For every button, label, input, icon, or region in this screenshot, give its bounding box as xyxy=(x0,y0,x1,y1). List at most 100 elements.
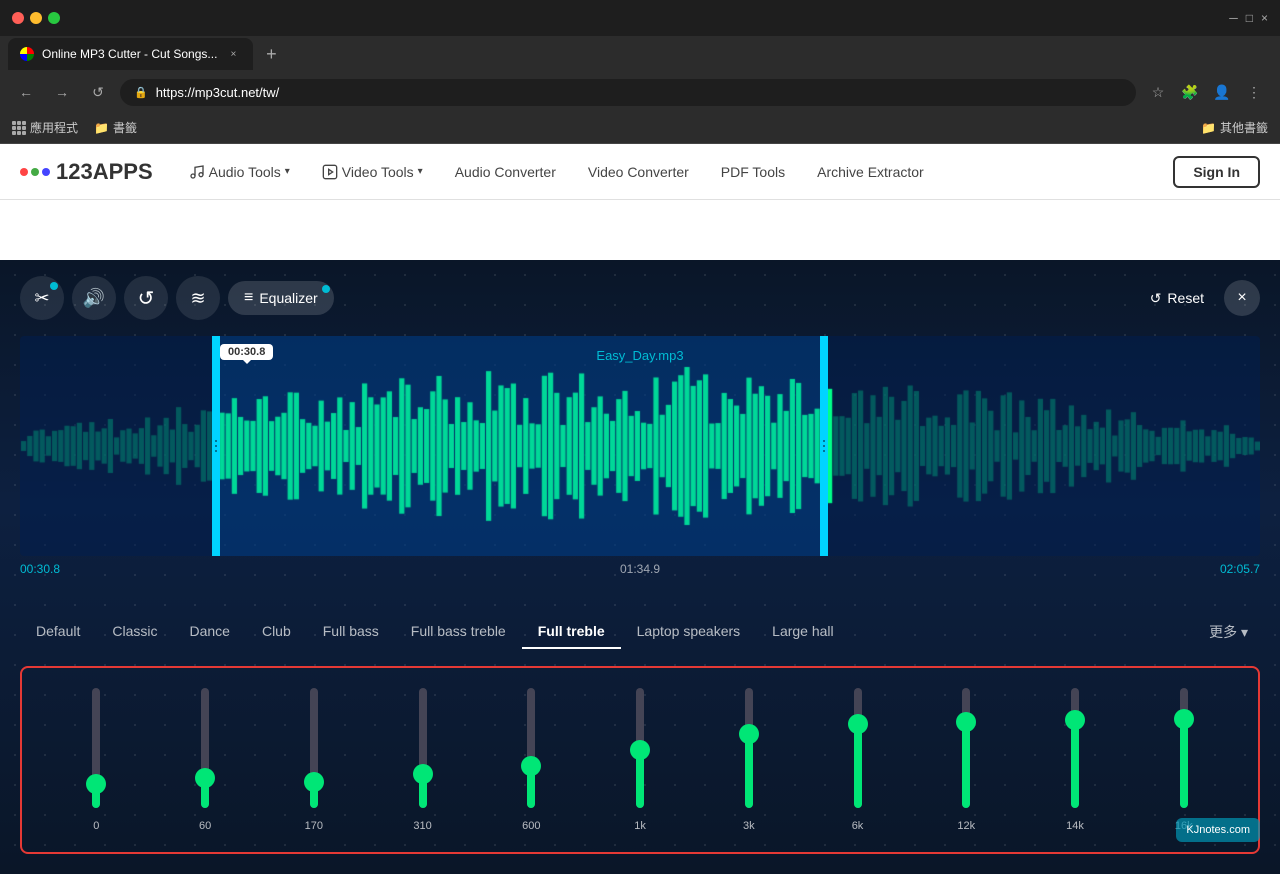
logo-dot-blue xyxy=(42,168,50,176)
logo[interactable]: 123APPS xyxy=(20,159,153,185)
tab-close-btn[interactable]: × xyxy=(225,46,241,62)
slider-track-12k[interactable] xyxy=(962,688,970,808)
slider-fill-3k xyxy=(745,734,753,808)
slider-track-170[interactable] xyxy=(310,688,318,808)
preset-item-full-treble[interactable]: Full treble xyxy=(522,615,621,649)
slider-fill-14k xyxy=(1071,720,1079,808)
extensions-icon[interactable]: 🧩 xyxy=(1176,78,1204,106)
restore-icon[interactable]: □ xyxy=(1246,11,1253,25)
more-presets-btn[interactable]: 更多 ▾ xyxy=(1197,614,1260,650)
new-tab-btn[interactable]: + xyxy=(257,40,285,68)
time-end: 02:05.7 xyxy=(1220,562,1260,576)
eq-sliders-section: 0601703106001k3k6k12k14k16k xyxy=(0,658,1280,874)
maximize-window-btn[interactable] xyxy=(48,12,60,24)
preset-item-large-hall[interactable]: Large hall xyxy=(756,615,850,649)
preset-item-club[interactable]: Club xyxy=(246,615,307,649)
preset-item-full-bass[interactable]: Full bass xyxy=(307,615,395,649)
preset-item-laptop-speakers[interactable]: Laptop speakers xyxy=(621,615,757,649)
address-bar: ← → ↺ 🔒 https://mp3cut.net/tw/ ☆ 🧩 👤 ⋮ xyxy=(0,72,1280,112)
waveform-container[interactable]: 00:30.8 Easy_Day.mp3 // We'll draw bars … xyxy=(20,336,1260,556)
pdf-tools-nav[interactable]: PDF Tools xyxy=(709,156,797,188)
reset-icon: ↺ xyxy=(1150,290,1162,307)
time-center: 01:34.9 xyxy=(620,562,660,576)
other-bookmarks-label: 其他書籤 xyxy=(1220,119,1268,136)
preset-item-classic[interactable]: Classic xyxy=(96,615,173,649)
slider-thumb-60[interactable] xyxy=(195,768,215,788)
logo-text: 123APPS xyxy=(56,159,153,185)
audio-converter-nav[interactable]: Audio Converter xyxy=(443,156,568,188)
slider-thumb-16k[interactable] xyxy=(1174,709,1194,729)
preset-item-dance[interactable]: Dance xyxy=(173,615,245,649)
menu-icon[interactable]: ⋮ xyxy=(1240,78,1268,106)
equalizer-button[interactable]: ≡ Equalizer xyxy=(228,281,334,315)
profile-icon[interactable]: 👤 xyxy=(1208,78,1236,106)
apps-grid-icon xyxy=(12,121,26,135)
audio-tools-chevron: ▾ xyxy=(285,166,290,177)
eq-slider-col-310: 310 xyxy=(368,688,477,832)
cut-tool-button[interactable]: ✂ xyxy=(20,276,64,320)
slider-thumb-12k[interactable] xyxy=(956,712,976,732)
equalizer-active-dot xyxy=(322,285,330,293)
waveform-tool-button[interactable]: ≋ xyxy=(176,276,220,320)
video-converter-nav[interactable]: Video Converter xyxy=(576,156,701,188)
title-bar-left xyxy=(12,12,60,24)
handle-dot xyxy=(823,445,825,447)
eq-presets: DefaultClassicDanceClubFull bassFull bas… xyxy=(0,598,1280,658)
slider-thumb-310[interactable] xyxy=(413,764,433,784)
bookmark-icon[interactable]: ☆ xyxy=(1144,78,1172,106)
slider-track-14k[interactable] xyxy=(1071,688,1079,808)
slider-thumb-170[interactable] xyxy=(304,772,324,792)
handle-dot xyxy=(215,440,217,442)
url-bar[interactable]: 🔒 https://mp3cut.net/tw/ xyxy=(120,79,1136,106)
slider-track-3k[interactable] xyxy=(745,688,753,808)
eq-freq-label-14k: 14k xyxy=(1066,820,1084,832)
slider-thumb-3k[interactable] xyxy=(739,724,759,744)
slider-track-16k[interactable] xyxy=(1180,688,1188,808)
slider-track-1k[interactable] xyxy=(636,688,644,808)
eq-freq-label-60: 60 xyxy=(199,820,211,832)
archive-extractor-label: Archive Extractor xyxy=(817,164,924,180)
forward-btn[interactable]: → xyxy=(48,78,76,106)
preset-item-default[interactable]: Default xyxy=(20,615,96,649)
slider-thumb-1k[interactable] xyxy=(630,740,650,760)
active-tab[interactable]: Online MP3 Cutter - Cut Songs... × xyxy=(8,38,253,70)
reset-button[interactable]: ↺ Reset xyxy=(1138,282,1216,315)
slider-thumb-14k[interactable] xyxy=(1065,710,1085,730)
close-window-btn[interactable] xyxy=(12,12,24,24)
video-tools-nav[interactable]: Video Tools ▾ xyxy=(310,156,435,188)
slider-track-0[interactable] xyxy=(92,688,100,808)
slider-track-6k[interactable] xyxy=(854,688,862,808)
close-button[interactable]: × xyxy=(1224,280,1260,316)
slider-thumb-6k[interactable] xyxy=(848,714,868,734)
volume-tool-button[interactable]: 🔊 xyxy=(72,276,116,320)
toolbar: ✂ 🔊 ↺ ≋ ≡ Equalizer ↺ Reset × xyxy=(0,260,1280,336)
archive-extractor-nav[interactable]: Archive Extractor xyxy=(805,156,936,188)
handle-dot xyxy=(215,445,217,447)
sign-in-button[interactable]: Sign In xyxy=(1173,156,1260,188)
slider-track-60[interactable] xyxy=(201,688,209,808)
slider-thumb-600[interactable] xyxy=(521,756,541,776)
bookmarks-folder[interactable]: 📁 書籤 xyxy=(94,119,137,136)
selection-overlay[interactable] xyxy=(215,336,825,556)
eq-freq-label-0: 0 xyxy=(93,820,99,832)
selection-handle-left[interactable] xyxy=(212,336,220,556)
apps-bookmark[interactable]: 應用程式 xyxy=(12,119,78,136)
close-icon[interactable]: × xyxy=(1261,11,1268,25)
slider-track-310[interactable] xyxy=(419,688,427,808)
minimize-icon[interactable]: ─ xyxy=(1229,11,1238,25)
volume-icon: 🔊 xyxy=(83,288,105,309)
eq-slider-col-0: 0 xyxy=(42,688,151,832)
undo-tool-button[interactable]: ↺ xyxy=(124,276,168,320)
preset-item-full-bass-treble[interactable]: Full bass treble xyxy=(395,615,522,649)
back-btn[interactable]: ← xyxy=(12,78,40,106)
slider-track-600[interactable] xyxy=(527,688,535,808)
undo-icon: ↺ xyxy=(138,286,155,311)
eq-freq-label-12k: 12k xyxy=(957,820,975,832)
minimize-window-btn[interactable] xyxy=(30,12,42,24)
other-bookmarks[interactable]: 📁 其他書籤 xyxy=(1201,119,1268,136)
eq-slider-col-60: 60 xyxy=(151,688,260,832)
refresh-btn[interactable]: ↺ xyxy=(84,78,112,106)
selection-handle-right[interactable] xyxy=(820,336,828,556)
slider-thumb-0[interactable] xyxy=(86,774,106,794)
audio-tools-nav[interactable]: Audio Tools ▾ xyxy=(177,156,302,188)
